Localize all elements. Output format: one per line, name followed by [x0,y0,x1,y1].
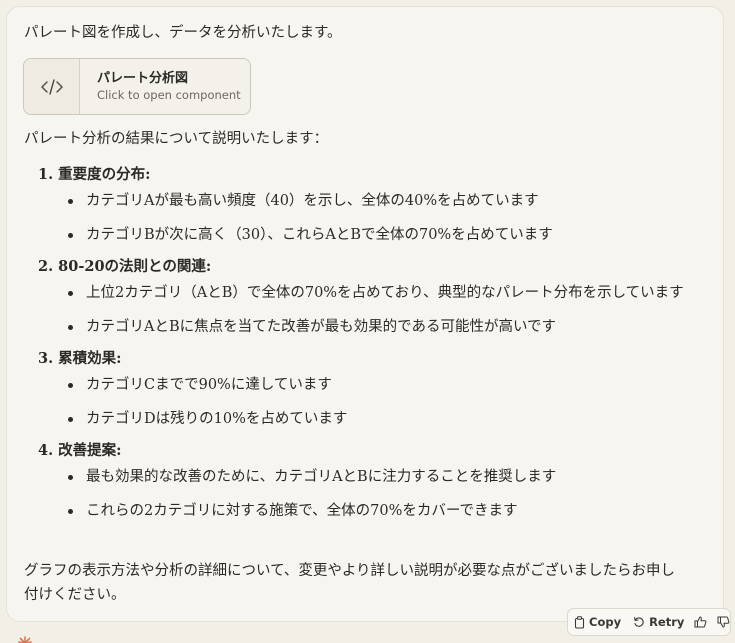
thumbs-down-button[interactable] [717,616,734,628]
section-heading: 1. 重要度の分布: [38,166,151,183]
bullet-icon [68,383,73,388]
list-item: カテゴリAが最も高い頻度（40）を示し、全体の40%を占めています [38,189,688,213]
bullet-icon [68,233,73,238]
code-icon [40,78,63,95]
analysis-list: 1. 重要度の分布: カテゴリAが最も高い頻度（40）を示し、全体の40%を占め… [38,165,688,533]
list-item: カテゴリDは残りの10%を占めています [38,407,688,431]
bullet-icon [68,291,73,296]
list-item: カテゴリAとBに焦点を当てた改善が最も効果的である可能性が高いです [38,315,688,339]
bullet-icon [68,325,73,330]
message-actions: Copy Retry [567,608,731,636]
assistant-message-card: パレート図を作成し、データを分析いたします。 パレート分析図 Click to … [6,6,724,622]
list-item: カテゴリBが次に高く（30）、これらAとBで全体の70%を占めています [38,223,688,247]
analysis-section: 3. 累積効果: カテゴリCまでで90%に達しています カテゴリDは残りの10%… [38,349,688,431]
section-heading: 4. 改善提案: [38,442,122,459]
analysis-section: 1. 重要度の分布: カテゴリAが最も高い頻度（40）を示し、全体の40%を占め… [38,165,688,247]
bullet-icon [68,509,73,514]
thumbs-up-button[interactable] [694,616,711,628]
analysis-section: 2. 80-20の法則との関連: 上位2カテゴリ（AとB）で全体の70%を占めて… [38,257,688,339]
artifact-text: パレート分析図 Click to open component [80,59,241,114]
list-item: 最も効果的な改善のために、カテゴリAとBに注力することを推奨します [38,465,688,489]
list-item-text: カテゴリDは残りの10%を占めています [86,411,348,427]
artifact-subtitle: Click to open component [97,88,241,102]
thumbs-up-icon [694,616,707,628]
retry-label: Retry [649,615,685,629]
list-item-text: 最も効果的な改善のために、カテゴリAとBに注力することを推奨します [86,469,557,485]
list-item-text: カテゴリAとBに焦点を当てた改善が最も効果的である可能性が高いです [86,319,557,335]
thumbs-down-icon [717,616,730,628]
retry-button[interactable]: Retry [633,615,684,629]
list-item: 上位2カテゴリ（AとB）で全体の70%を占めており、典型的なパレート分布を示して… [38,281,688,305]
section-heading: 3. 累積効果: [38,350,122,367]
bullet-icon [68,475,73,480]
intro-text: パレート図を作成し、データを分析いたします。 [24,25,342,41]
section-heading: 2. 80-20の法則との関連: [38,258,212,275]
list-item-text: カテゴリBが次に高く（30）、これらAとBで全体の70%を占めています [86,227,553,243]
copy-label: Copy [589,615,622,629]
copy-button[interactable]: Copy [574,615,621,629]
list-item: これらの2カテゴリに対する施策で、全体の70%をカバーできます [38,499,688,523]
list-item: カテゴリCまでで90%に達しています [38,373,688,397]
bullet-icon [68,199,73,204]
artifact-title: パレート分析図 [97,71,189,86]
summary-text: パレート分析の結果について説明いたします： [24,131,329,147]
closing-text: グラフの表示方法や分析の詳細について、変更やより詳しい説明が必要な点がございまし… [24,563,676,603]
copy-icon [574,615,585,629]
bullet-icon [68,417,73,422]
analysis-section: 4. 改善提案: 最も効果的な改善のために、カテゴリAとBに注力することを推奨し… [38,441,688,523]
retry-icon [634,617,644,627]
list-item-text: カテゴリCまでで90%に達しています [86,377,332,393]
assistant-logo-icon [18,636,32,643]
artifact-card-button[interactable]: パレート分析図 Click to open component [23,58,251,115]
artifact-icon-box [24,59,80,114]
list-item-text: 上位2カテゴリ（AとB）で全体の70%を占めており、典型的なパレート分布を示して… [86,285,684,301]
list-item-text: カテゴリAが最も高い頻度（40）を示し、全体の40%を占めています [86,193,539,209]
list-item-text: これらの2カテゴリに対する施策で、全体の70%をカバーできます [86,503,518,519]
